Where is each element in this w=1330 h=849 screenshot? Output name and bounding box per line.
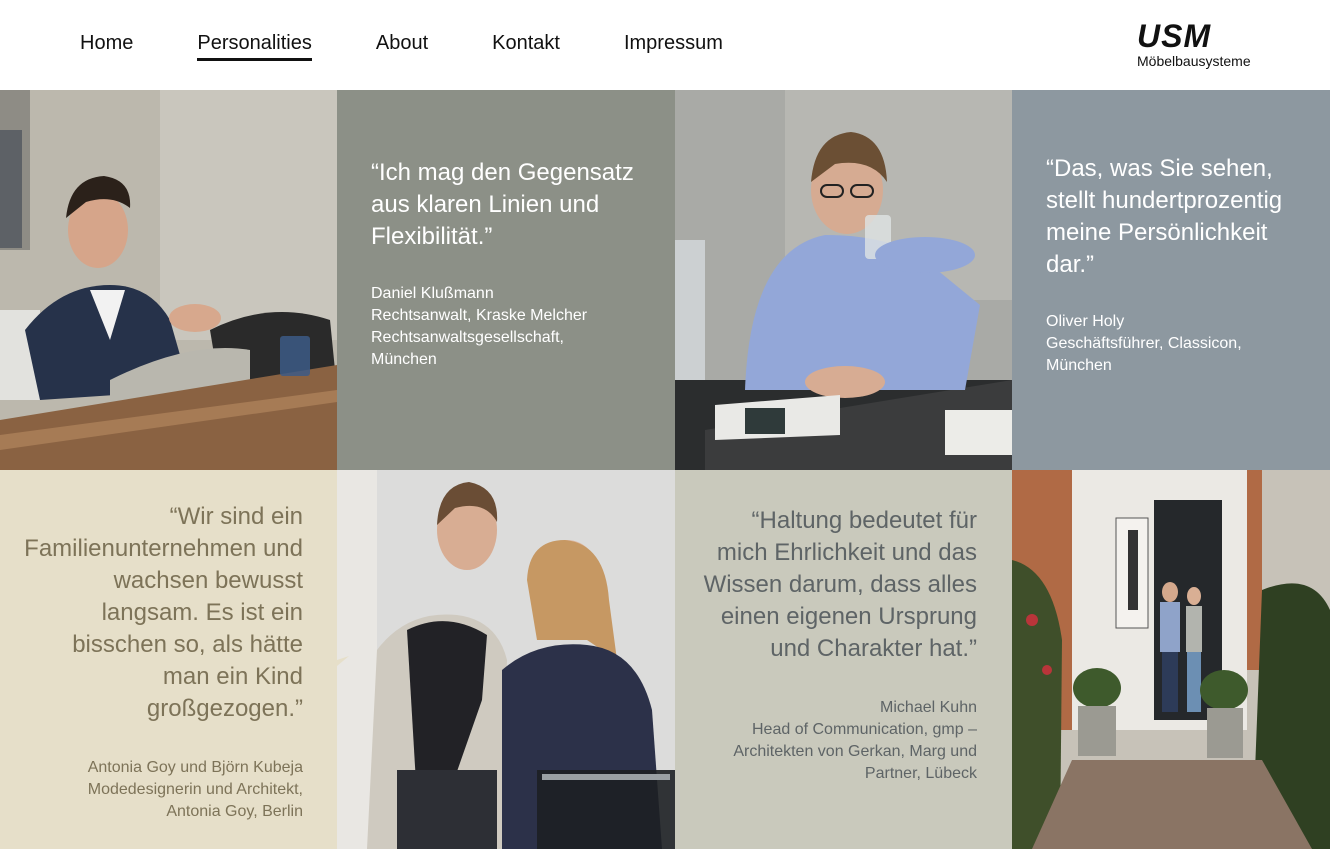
nav-personalities[interactable]: Personalities xyxy=(197,31,312,61)
quote-tile-goy-kubeja[interactable]: “Wir sind ein Familienunternehmen und wa… xyxy=(0,470,337,849)
author-role: Modedesignerin und Architekt, xyxy=(87,781,303,798)
photo-goy-kubeja[interactable] xyxy=(337,470,675,849)
photo-daniel-klussmann[interactable] xyxy=(0,90,337,470)
author-city: Antonia Goy, Berlin xyxy=(166,803,303,820)
author-role: Geschäftsführer, Classicon, xyxy=(1046,335,1242,352)
nav-home[interactable]: Home xyxy=(80,31,133,61)
portrait-photo-1 xyxy=(0,90,337,470)
quote-text: “Ich mag den Gegensatz aus klaren Linien… xyxy=(371,159,634,250)
quote-tile-klussmann[interactable]: “Ich mag den Gegensatz aus klaren Linien… xyxy=(337,90,675,470)
author-city: München xyxy=(1046,357,1112,374)
quote-text: “Wir sind ein Familienunternehmen und wa… xyxy=(24,503,303,722)
quote-text: “Haltung bedeutet für mich Ehrlichkeit u… xyxy=(703,507,977,662)
portrait-photo-4 xyxy=(1012,470,1330,849)
portrait-photo-3 xyxy=(337,470,675,849)
nav-about[interactable]: About xyxy=(376,31,428,61)
logo-subtitle: Möbelbausysteme xyxy=(1137,53,1251,69)
usm-logo[interactable]: USM Möbelbausysteme xyxy=(1137,20,1277,69)
author-city: Architekten von Gerkan, Marg und Partner… xyxy=(733,743,977,782)
quote-tile-kuhn[interactable]: “Haltung bedeutet für mich Ehrlichkeit u… xyxy=(675,470,1012,849)
photo-kuhn-entrance[interactable] xyxy=(1012,470,1330,849)
author-name: Michael Kuhn xyxy=(880,699,977,716)
author-city: München xyxy=(371,351,437,368)
nav-kontakt[interactable]: Kontakt xyxy=(492,31,560,61)
logo-mark: USM xyxy=(1137,18,1212,54)
author-name: Antonia Goy und Björn Kubeja xyxy=(87,759,303,776)
nav-impressum[interactable]: Impressum xyxy=(624,31,723,61)
quote-text: “Das, was Sie sehen, stellt hundertproze… xyxy=(1046,155,1283,278)
author-name: Oliver Holy xyxy=(1046,313,1125,330)
portrait-photo-2 xyxy=(675,90,1012,470)
main-navigation: Home Personalities About Kontakt Impress… xyxy=(80,31,787,61)
quote-tile-holy[interactable]: “Das, was Sie sehen, stellt hundertproze… xyxy=(1012,90,1330,470)
author-role: Head of Communication, gmp – xyxy=(752,721,977,738)
author-name: Daniel Klußmann xyxy=(371,285,494,302)
author-role: Rechtsanwalt, Kraske Melcher Rechtsanwal… xyxy=(371,307,588,346)
photo-oliver-holy[interactable] xyxy=(675,90,1012,470)
site-header: Home Personalities About Kontakt Impress… xyxy=(0,0,1330,90)
